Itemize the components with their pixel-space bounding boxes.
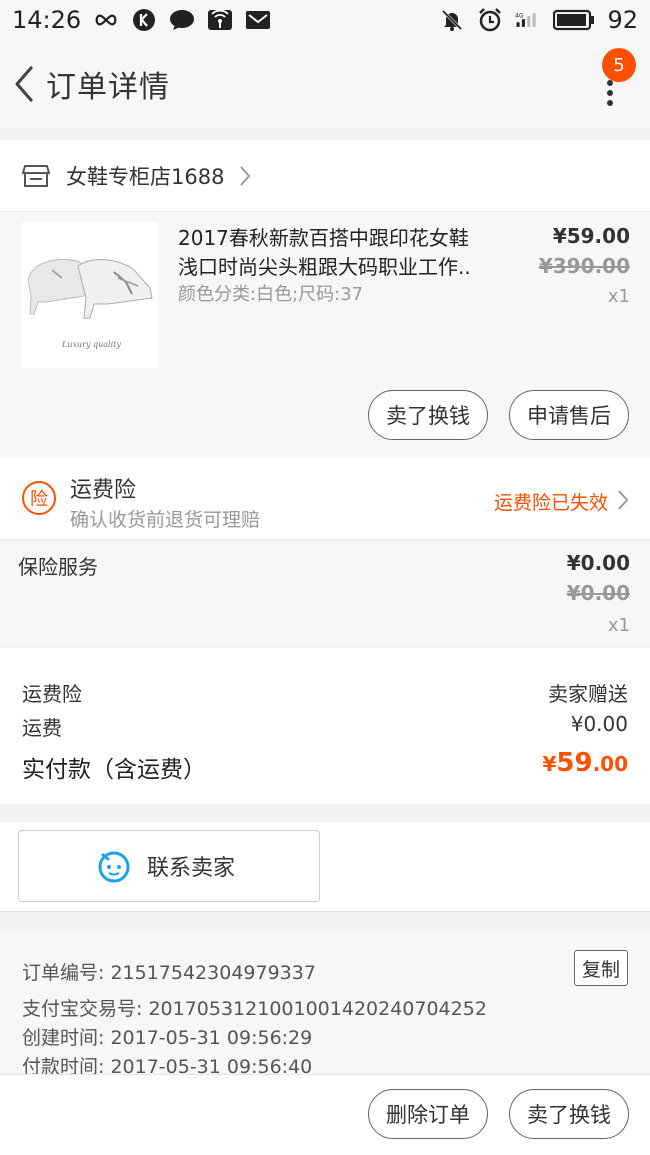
total-paid-label: 实付款（含运费） (22, 757, 206, 783)
product-price: ¥59.00 (552, 224, 630, 248)
chevron-right-icon (618, 490, 629, 510)
delete-order-button[interactable]: 删除订单 (368, 1089, 488, 1139)
shipping-insurance-value: 卖家赠送 (548, 682, 628, 706)
chat-bubble-icon (169, 9, 195, 31)
contact-seller-button[interactable]: 联系卖家 (18, 830, 320, 902)
contact-section: 联系卖家 (0, 822, 650, 912)
notification-badge: 5 (602, 48, 636, 82)
insurance-title: 运费险 (70, 478, 137, 503)
shipping-insurance-row[interactable]: 险 运费险 确认收货前退货可理赔 运费险已失效 (0, 458, 650, 540)
shop-name: 女鞋专柜店1688 (66, 164, 225, 189)
back-arrow-icon (15, 66, 33, 102)
infinity-icon (93, 9, 119, 31)
chat-bot-icon (98, 851, 130, 883)
shop-icon (22, 164, 50, 187)
alipay-transaction-number: 支付宝交易号: 2017053121001001420240704252 (22, 998, 487, 1020)
battery-icon (553, 9, 595, 31)
back-button[interactable] (4, 54, 44, 114)
insurance-icon: 险 (22, 481, 56, 515)
mute-bell-icon (439, 9, 465, 31)
service-price: ¥0.00 (566, 551, 630, 575)
wifi-hotspot-icon (207, 9, 233, 31)
product-original-price: ¥390.00 (538, 254, 630, 278)
mail-icon (245, 9, 271, 31)
product-title: 2017春秋新款百搭中跟印花女鞋 浅口时尚尖头粗跟大码职业工作.. (178, 226, 471, 279)
insurance-subtitle: 确认收货前退货可理赔 (70, 509, 261, 531)
status-time: 14:26 (12, 6, 82, 34)
insurance-service-row: 保险服务 ¥0.00 ¥0.00 x1 (0, 541, 650, 647)
total-paid-amount: ¥59.00 (542, 748, 628, 778)
page-title: 订单详情 (46, 70, 170, 105)
shipping-insurance-label: 运费险 (22, 682, 82, 706)
sell-for-cash-button[interactable]: 卖了换钱 (368, 390, 488, 440)
paid-time: 付款时间: 2017-05-31 09:56:40 (22, 1056, 313, 1074)
created-time: 创建时间: 2017-05-31 09:56:29 (22, 1027, 313, 1049)
payment-summary: 运费险 卖家赠送 运费 ¥0.00 实付款（含运费） ¥59.00 (0, 648, 650, 804)
k-app-icon (131, 9, 157, 31)
order-number: 订单编号: 21517542304979337 (22, 962, 316, 984)
product-quantity: x1 (607, 286, 630, 307)
shipping-fee-value: ¥0.00 (570, 712, 628, 736)
sell-for-cash-bottom-button[interactable]: 卖了换钱 (509, 1089, 629, 1139)
copy-button[interactable]: 复制 (574, 950, 628, 986)
status-bar: 14:26 4G 92 (0, 0, 650, 40)
svg-text:4G: 4G (515, 13, 524, 20)
product-item[interactable]: Luxury quality 2017春秋新款百搭中跟印花女鞋 浅口时尚尖头粗跟… (0, 212, 650, 458)
bottom-action-bar: 删除订单 卖了换钱 (0, 1074, 650, 1155)
shop-row[interactable]: 女鞋专柜店1688 (0, 140, 650, 212)
top-nav-bar: 订单详情 5 (0, 40, 650, 128)
service-label: 保险服务 (18, 555, 98, 579)
battery-percent: 92 (607, 6, 638, 34)
alarm-icon (477, 8, 503, 32)
product-image-caption: Luxury quality (61, 340, 121, 349)
order-info: 订单编号: 21517542304979337 复制 支付宝交易号: 20170… (0, 930, 650, 1074)
service-quantity: x1 (607, 615, 630, 636)
service-original-price: ¥0.00 (566, 581, 630, 605)
chevron-right-icon (240, 165, 251, 186)
contact-seller-label: 联系卖家 (147, 856, 236, 881)
signal-4g-icon: 4G (515, 9, 541, 31)
product-image: Luxury quality (22, 222, 158, 368)
product-sku: 颜色分类:白色;尺码:37 (178, 284, 364, 305)
apply-after-sale-button[interactable]: 申请售后 (509, 390, 629, 440)
insurance-status: 运费险已失效 (493, 492, 608, 514)
shipping-fee-label: 运费 (22, 716, 62, 740)
